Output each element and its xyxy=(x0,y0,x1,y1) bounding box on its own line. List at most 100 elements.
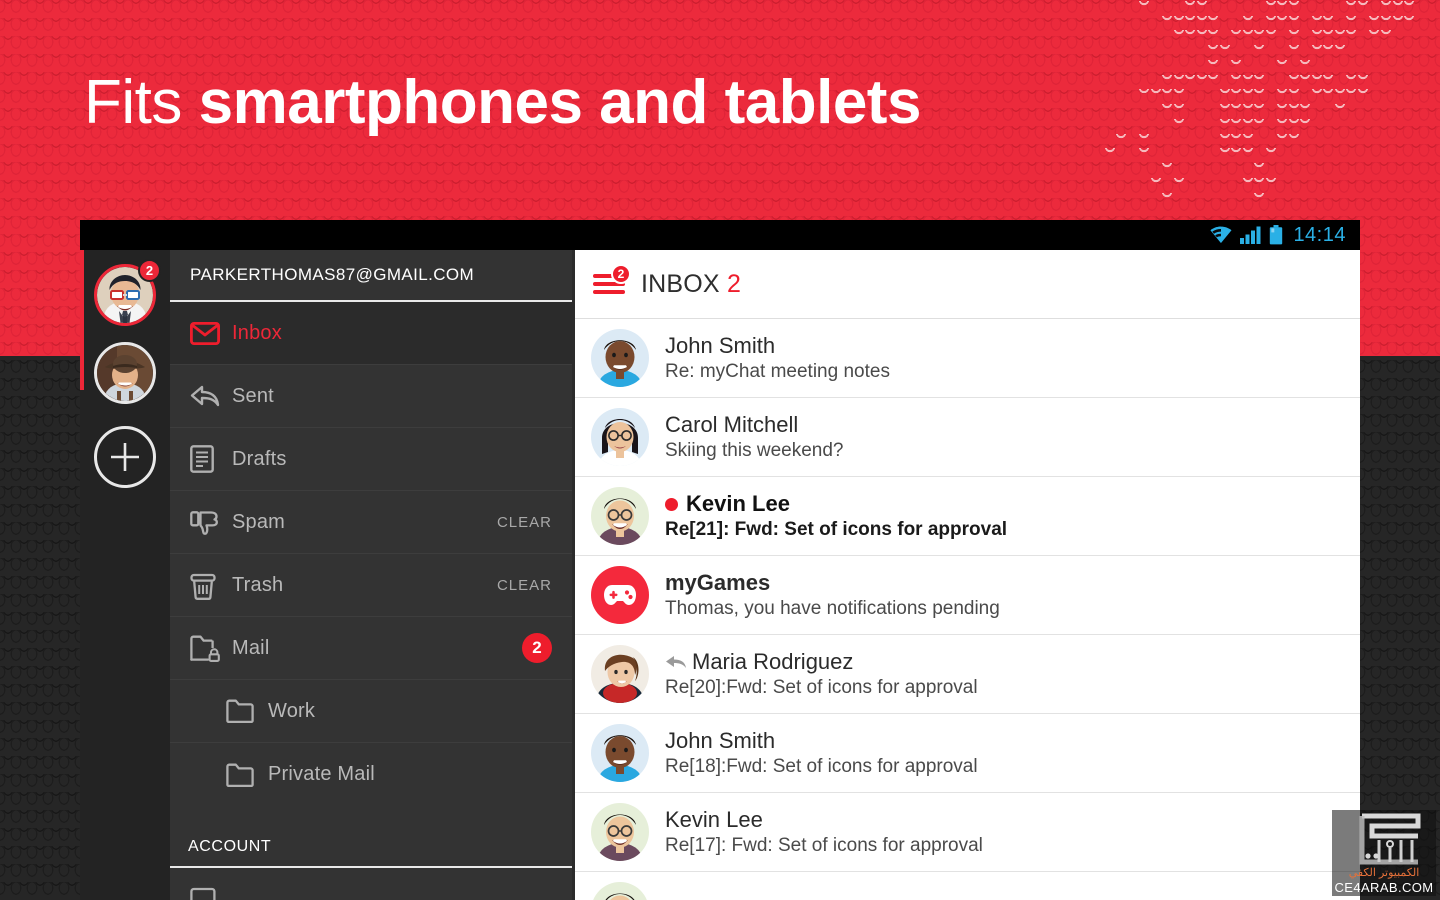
reply-arrow-icon xyxy=(190,384,232,408)
message-subject: Thomas, you have notifications pending xyxy=(665,597,1000,619)
list-item-text: John Smith Re[18]:Fwd: Set of icons for … xyxy=(665,728,1360,779)
replied-arrow-icon xyxy=(665,654,687,671)
sender-name: Kevin Lee xyxy=(665,807,1360,834)
list-item[interactable]: John Smith Re[18]:Fwd: Set of icons for … xyxy=(575,714,1360,793)
avatar-kevin-lee xyxy=(591,803,649,861)
sidebar-item-label: Trash xyxy=(232,573,284,596)
sender-name-text: Carol Mitchell xyxy=(665,411,799,437)
list-item[interactable]: Kevin Lee Re[21]: Fwd: Set of icons for … xyxy=(575,477,1360,556)
drawer-section-account: ACCOUNT xyxy=(170,806,572,868)
mail-unread-badge: 2 xyxy=(522,633,552,663)
message-subject: Re[17]: Fwd: Set of icons for approval xyxy=(665,834,983,856)
message-subject: Skiing this weekend? xyxy=(665,439,844,461)
watermark-url: CE4ARAB.COM xyxy=(1334,880,1434,895)
page-root: Fits smartphones and tablets 14:14 2 PAR… xyxy=(0,0,1440,900)
hamburger-bar xyxy=(593,290,625,294)
thumbs-down-icon xyxy=(190,509,232,536)
tablet-device: 14:14 2 PARKERTHOMAS87@GMAIL.COM Inbox S… xyxy=(80,220,1360,900)
sender-name: Carol Mitchell xyxy=(665,412,1360,439)
sidebar-item-label: Mail xyxy=(232,636,270,659)
list-item[interactable]: Maria Rodriguez Re[20]:Fwd: Set of icons… xyxy=(575,635,1360,714)
unread-dot-icon xyxy=(665,497,678,511)
sidebar-item-partial[interactable] xyxy=(170,868,572,900)
sender-name: John Smith xyxy=(665,333,1360,360)
site-watermark: الكمبيوتر الكفي CE4ARAB.COM xyxy=(1332,810,1436,896)
list-item[interactable]: Carol Mitchell Skiing this weekend? xyxy=(575,398,1360,477)
message-list-pane: 2 INBOX 2 John Smith Re: myChat meeting … xyxy=(572,250,1360,900)
sender-name: myGames xyxy=(665,570,1360,597)
banner-title-bold: smartphones and tablets xyxy=(198,68,922,137)
list-item-text: Kevin Lee Re[21]: Fwd: Set of icons for … xyxy=(665,491,1360,542)
sidebar-item-label: Work xyxy=(268,699,316,722)
list-item-text: John Smith Re: myChat meeting notes xyxy=(665,333,1360,384)
message-subject: Re[20]:Fwd: Set of icons for approval xyxy=(665,676,978,698)
sidebar-item-label: Spam xyxy=(232,510,286,533)
avatar-ring xyxy=(94,342,156,404)
drawer-account-email[interactable]: PARKERTHOMAS87@GMAIL.COM xyxy=(170,250,572,302)
page-title-text: INBOX xyxy=(641,269,720,298)
sidebar-item-label: Inbox xyxy=(232,321,282,344)
sidebar-item-work[interactable]: Work xyxy=(170,680,572,743)
status-clock: 14:14 xyxy=(1293,223,1346,246)
list-item-text: Carol Mitchell Skiing this weekend? xyxy=(665,412,1360,463)
message-subject: Re[21]: Fwd: Set of icons for approval xyxy=(665,518,1008,540)
avatar-kevin-lee xyxy=(591,487,649,545)
avatar-maria-rodriguez xyxy=(591,645,649,703)
document-icon xyxy=(190,445,232,473)
sender-name: Maria Rodriguez xyxy=(665,649,1360,676)
cellular-signal-icon xyxy=(1240,226,1261,244)
avatar-john-smith xyxy=(591,329,649,387)
sidebar-item-inbox[interactable]: Inbox xyxy=(170,302,572,365)
android-status-bar: 14:14 xyxy=(80,220,1360,250)
envelope-icon xyxy=(190,321,232,345)
list-item[interactable]: John Smith Re: myChat meeting notes xyxy=(575,319,1360,398)
avatar-image xyxy=(97,345,153,401)
folder-icon xyxy=(226,699,268,723)
watermark-arabic-text: الكمبيوتر الكفي xyxy=(1348,867,1420,879)
message-subject: Re: myChat meeting notes xyxy=(665,360,890,382)
banner-title: Fits smartphones and tablets xyxy=(84,72,921,134)
folder-lock-icon xyxy=(190,635,232,662)
sender-name: John Smith xyxy=(665,728,1360,755)
list-item-text: Maria Rodriguez Re[20]:Fwd: Set of icons… xyxy=(665,649,1360,700)
message-list-header: 2 INBOX 2 xyxy=(575,250,1360,319)
clear-spam-button[interactable]: CLEAR xyxy=(497,514,552,531)
battery-icon xyxy=(1270,225,1283,245)
settings-folder-icon xyxy=(190,887,232,900)
list-item[interactable]: Kevin Lee xyxy=(575,872,1360,900)
sender-name-text: Maria Rodriguez xyxy=(692,648,854,674)
sender-name-text: John Smith xyxy=(665,727,776,753)
sidebar-item-label: Private Mail xyxy=(268,763,375,785)
list-item-text: myGames Thomas, you have notifications p… xyxy=(665,570,1360,621)
sidebar-item-sent[interactable]: Sent xyxy=(170,365,572,428)
trash-icon xyxy=(190,571,232,600)
avatar-john-smith xyxy=(591,724,649,782)
menu-unread-badge: 2 xyxy=(611,264,631,284)
page-title: INBOX 2 xyxy=(641,270,741,299)
sidebar-item-private-mail[interactable]: Private Mail xyxy=(170,743,572,806)
sidebar-item-trash[interactable]: Trash CLEAR xyxy=(170,554,572,617)
avatar-carol-mitchell xyxy=(591,408,649,466)
list-item-text: Kevin Lee Re[17]: Fwd: Set of icons for … xyxy=(665,807,1360,858)
clear-trash-button[interactable]: CLEAR xyxy=(497,577,552,594)
sidebar-item-label: Drafts xyxy=(232,447,287,470)
account-rail: 2 xyxy=(80,250,170,900)
sender-name-text: Kevin Lee xyxy=(665,806,763,832)
avatar-parker-thomas[interactable]: 2 xyxy=(94,259,161,326)
sidebar-item-label: Sent xyxy=(232,384,274,407)
message-subject: Re[18]:Fwd: Set of icons for approval xyxy=(665,755,978,777)
add-account-button[interactable] xyxy=(94,426,156,488)
avatar-kevin-lee xyxy=(591,882,649,900)
list-item[interactable]: Kevin Lee Re[17]: Fwd: Set of icons for … xyxy=(575,793,1360,872)
app-screen: 2 PARKERTHOMAS87@GMAIL.COM Inbox Sent Dr… xyxy=(80,250,1360,900)
list-item[interactable]: myGames Thomas, you have notifications p… xyxy=(575,556,1360,635)
wifi-icon xyxy=(1210,226,1232,243)
hamburger-menu-icon[interactable]: 2 xyxy=(593,264,631,299)
sender-name-text: John Smith xyxy=(665,332,776,358)
avatar-second-account[interactable] xyxy=(94,342,156,404)
sidebar-item-spam[interactable]: Spam CLEAR xyxy=(170,491,572,554)
sidebar-item-drafts[interactable]: Drafts xyxy=(170,428,572,491)
folder-drawer: PARKERTHOMAS87@GMAIL.COM Inbox Sent Draf… xyxy=(170,250,572,900)
sender-name-text: Kevin Lee xyxy=(686,490,790,516)
sidebar-item-mail[interactable]: Mail 2 xyxy=(170,617,572,680)
